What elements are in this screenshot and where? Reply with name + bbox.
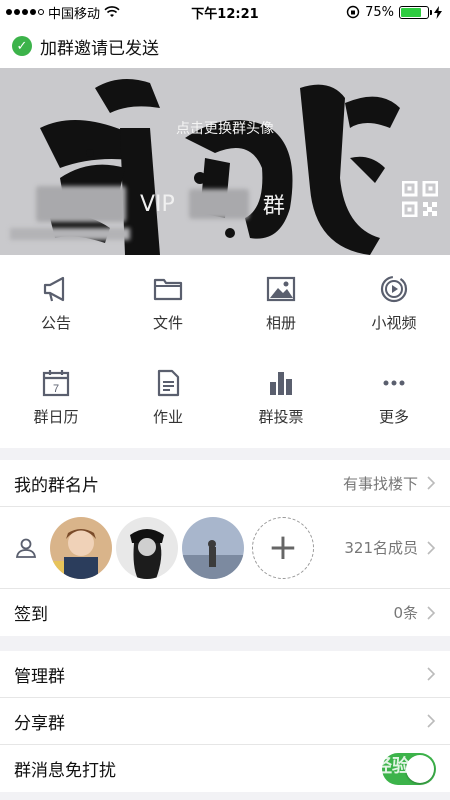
checkin-label: 签到 [14, 605, 48, 625]
feature-calendar[interactable]: 7 群日历 [0, 349, 112, 445]
chevron-right-icon [427, 476, 436, 490]
avatar[interactable] [50, 516, 112, 579]
calligraphy-background [40, 79, 400, 255]
feature-label: 相册 [265, 313, 296, 332]
members-row[interactable]: + 321名成员 [0, 507, 450, 589]
carrier-name: 中国移动 [48, 6, 101, 22]
share-group-label: 分享群 [14, 713, 65, 734]
checkin-row[interactable]: 签到 0条 [0, 589, 450, 636]
members-icon [15, 538, 37, 558]
feature-label: 作业 [152, 407, 183, 426]
document-icon [157, 369, 180, 396]
status-right: 75% [346, 5, 442, 20]
invite-sent-toast: ✓ 加群邀请已发送 [0, 24, 450, 68]
checkin-value: 0条 [393, 604, 418, 622]
orientation-lock-icon [346, 5, 360, 19]
toast-message: 加群邀请已发送 [40, 38, 159, 59]
group-name: VIP 群 [36, 186, 285, 222]
calendar-day: 7 [53, 383, 59, 395]
battery-icon [399, 5, 432, 19]
my-group-card-label: 我的群名片 [14, 475, 99, 496]
feature-album[interactable]: 相册 [225, 255, 337, 351]
feature-short-video[interactable]: 小视频 [338, 255, 450, 351]
manage-group-row[interactable]: 管理群 [0, 651, 450, 698]
my-group-card-row[interactable]: 我的群名片 有事找楼下 [0, 460, 450, 507]
battery-percent: 75% [365, 4, 394, 20]
mute-toggle[interactable] [382, 752, 436, 785]
feature-grid: 公告 文件 相册 小视频 7 群日历 作业 群投票 更多 [0, 255, 450, 448]
avatar[interactable] [182, 516, 244, 579]
feature-label: 小视频 [371, 313, 417, 332]
photo-album-icon [266, 276, 296, 301]
chevron-right-icon [427, 714, 436, 728]
feature-label: 群日历 [33, 407, 79, 426]
mute-messages-row: 群消息免打扰 [0, 745, 450, 792]
group-info-section: 我的群名片 有事找楼下 + 321名成员 签到 0条 [0, 460, 450, 636]
check-icon: ✓ [12, 36, 32, 56]
share-group-row[interactable]: 分享群 [0, 698, 450, 745]
group-name-visible: VIP [140, 191, 175, 217]
blurred-name-part [36, 186, 126, 222]
wifi-icon [104, 6, 120, 17]
chevron-right-icon [427, 605, 436, 620]
calendar-icon: 7 [42, 369, 70, 396]
group-header-image[interactable]: 点击更换群头像 VIP 群 [0, 68, 450, 255]
signal-strength-icon [6, 9, 44, 15]
qr-code-icon[interactable] [402, 181, 438, 217]
feature-label: 文件 [152, 313, 183, 332]
status-bar: 中国移动 下午12:21 75% [0, 0, 450, 24]
member-count: 321名成员 [344, 539, 418, 557]
charging-icon [434, 5, 442, 19]
avatar[interactable] [116, 516, 178, 579]
status-left: 中国移动 [0, 3, 120, 22]
more-icon [383, 380, 405, 385]
feature-vote[interactable]: 群投票 [225, 349, 337, 445]
chevron-right-icon [427, 667, 436, 681]
manage-group-label: 管理群 [14, 666, 65, 687]
toggle-knob [406, 754, 434, 783]
blurred-group-id [10, 228, 130, 240]
feature-label: 更多 [378, 407, 409, 426]
chevron-right-icon [427, 540, 436, 555]
video-icon [380, 275, 408, 302]
feature-announcement[interactable]: 公告 [0, 255, 112, 351]
feature-label: 群投票 [258, 407, 304, 426]
feature-more[interactable]: 更多 [338, 349, 450, 445]
megaphone-icon [43, 276, 65, 301]
my-group-card-value: 有事找楼下 [342, 474, 418, 493]
folder-icon [153, 278, 183, 300]
group-name-suffix: 群 [262, 194, 285, 219]
group-settings-section: 管理群 分享群 群消息免打扰 [0, 651, 450, 792]
feature-files[interactable]: 文件 [112, 255, 224, 351]
change-avatar-hint: 点击更换群头像 [176, 121, 274, 137]
blurred-name-part [188, 189, 249, 219]
feature-homework[interactable]: 作业 [112, 349, 224, 445]
add-member-button[interactable]: + [252, 516, 314, 579]
mute-messages-label: 群消息免打扰 [14, 761, 116, 781]
bar-chart-icon [270, 371, 292, 395]
feature-label: 公告 [40, 313, 71, 332]
